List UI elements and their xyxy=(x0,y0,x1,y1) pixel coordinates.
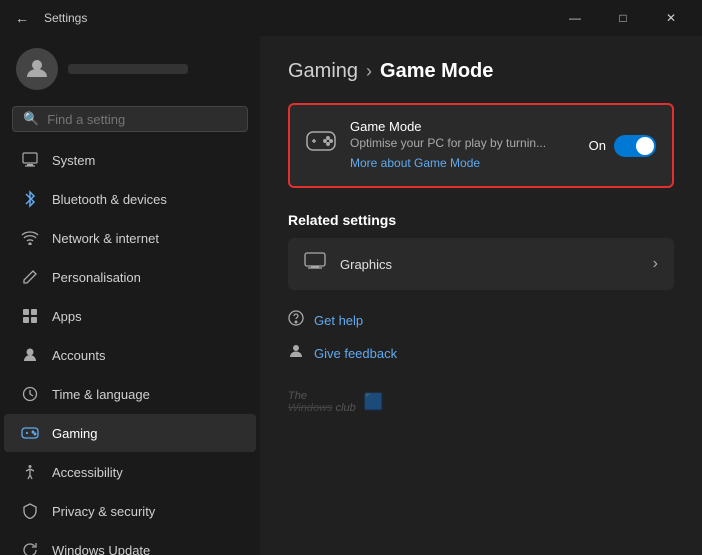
bluetooth-icon xyxy=(20,189,40,209)
privacy-icon xyxy=(20,501,40,521)
breadcrumb-parent[interactable]: Gaming xyxy=(288,60,358,83)
sidebar: 🔍 System Bluetooth & devices xyxy=(0,36,260,555)
links-section: Get help Give feedback xyxy=(288,304,674,370)
content-area: Gaming › Game Mode Game Mode Optimise yo… xyxy=(260,36,702,555)
breadcrumb-chevron: › xyxy=(366,61,372,82)
close-button[interactable]: ✕ xyxy=(648,2,694,34)
graphics-label: Graphics xyxy=(340,257,639,272)
sidebar-item-label-gaming: Gaming xyxy=(52,426,98,441)
accounts-icon xyxy=(20,345,40,365)
get-help-link[interactable]: Get help xyxy=(288,304,674,337)
give-feedback-label: Give feedback xyxy=(314,346,397,361)
game-mode-title: Game Mode xyxy=(350,119,575,134)
toggle-label: On xyxy=(589,138,606,153)
accessibility-icon xyxy=(20,462,40,482)
sidebar-item-system[interactable]: System xyxy=(4,141,256,179)
graphics-chevron: › xyxy=(653,255,658,273)
game-mode-card[interactable]: Game Mode Optimise your PC for play by t… xyxy=(288,103,674,188)
sidebar-item-network[interactable]: Network & internet xyxy=(4,219,256,257)
related-settings-title: Related settings xyxy=(288,212,674,228)
game-mode-link[interactable]: More about Game Mode xyxy=(350,156,480,170)
main-layout: 🔍 System Bluetooth & devices xyxy=(0,36,702,555)
sidebar-item-label-apps: Apps xyxy=(52,309,82,324)
sidebar-item-time[interactable]: Time & language xyxy=(4,375,256,413)
apps-icon xyxy=(20,306,40,326)
time-icon xyxy=(20,384,40,404)
sidebar-item-bluetooth[interactable]: Bluetooth & devices xyxy=(4,180,256,218)
back-button[interactable]: ← xyxy=(8,4,36,32)
system-icon xyxy=(20,150,40,170)
watermark-text: TheWindows club xyxy=(288,390,356,414)
game-mode-toggle-container: On xyxy=(589,135,656,157)
sidebar-item-label-network: Network & internet xyxy=(52,231,159,246)
get-help-label: Get help xyxy=(314,313,363,328)
settings-item-graphics[interactable]: Graphics › xyxy=(288,238,674,290)
user-name-bar xyxy=(68,64,188,74)
sidebar-item-update[interactable]: Windows Update xyxy=(4,531,256,555)
sidebar-item-accessibility[interactable]: Accessibility xyxy=(4,453,256,491)
game-mode-description: Optimise your PC for play by turnin... xyxy=(350,136,575,150)
sidebar-item-privacy[interactable]: Privacy & security xyxy=(4,492,256,530)
game-mode-card-icon xyxy=(306,130,336,161)
sidebar-item-label-accounts: Accounts xyxy=(52,348,105,363)
breadcrumb-current: Game Mode xyxy=(380,60,493,83)
get-help-icon xyxy=(288,310,304,331)
sidebar-item-label-bluetooth: Bluetooth & devices xyxy=(52,192,167,207)
watermark: TheWindows club 🟦 xyxy=(288,390,674,414)
maximize-button[interactable]: □ xyxy=(600,2,646,34)
window-controls: — □ ✕ xyxy=(552,2,694,34)
sidebar-item-gaming[interactable]: Gaming xyxy=(4,414,256,452)
sidebar-item-label-privacy: Privacy & security xyxy=(52,504,155,519)
nav-list: System Bluetooth & devices Network & int… xyxy=(0,140,260,555)
network-icon xyxy=(20,228,40,248)
sidebar-item-label-personalisation: Personalisation xyxy=(52,270,141,285)
user-profile[interactable] xyxy=(0,36,260,102)
sidebar-item-label-accessibility: Accessibility xyxy=(52,465,123,480)
game-mode-toggle[interactable] xyxy=(614,135,656,157)
related-settings-section: Related settings Graphics › xyxy=(288,212,674,290)
toggle-thumb xyxy=(636,137,654,155)
title-bar: ← Settings — □ ✕ xyxy=(0,0,702,36)
update-icon xyxy=(20,540,40,555)
search-icon: 🔍 xyxy=(23,111,39,127)
avatar xyxy=(16,48,58,90)
app-title: Settings xyxy=(44,11,87,25)
minimize-button[interactable]: — xyxy=(552,2,598,34)
search-input[interactable] xyxy=(47,112,237,127)
game-mode-text: Game Mode Optimise your PC for play by t… xyxy=(350,119,575,172)
breadcrumb: Gaming › Game Mode xyxy=(288,60,674,83)
search-box[interactable]: 🔍 xyxy=(12,106,248,132)
sidebar-item-label-update: Windows Update xyxy=(52,543,150,555)
gaming-icon xyxy=(20,423,40,443)
give-feedback-icon xyxy=(288,343,304,364)
sidebar-item-label-system: System xyxy=(52,153,95,168)
watermark-icon: 🟦 xyxy=(364,392,384,412)
sidebar-item-personalisation[interactable]: Personalisation xyxy=(4,258,256,296)
give-feedback-link[interactable]: Give feedback xyxy=(288,337,674,370)
sidebar-item-accounts[interactable]: Accounts xyxy=(4,336,256,374)
graphics-icon xyxy=(304,252,326,276)
sidebar-item-label-time: Time & language xyxy=(52,387,150,402)
sidebar-item-apps[interactable]: Apps xyxy=(4,297,256,335)
personalisation-icon xyxy=(20,267,40,287)
